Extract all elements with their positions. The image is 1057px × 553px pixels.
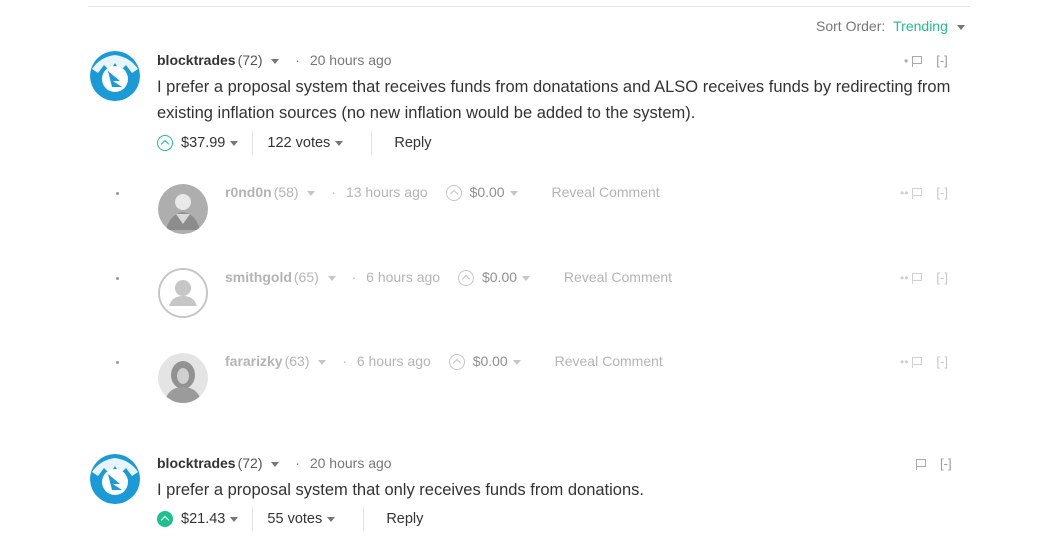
upvote-icon[interactable] — [448, 354, 465, 371]
comment-header: r0nd0n (58) · 13 hours ago $0.00 Reveal C… — [225, 184, 660, 202]
votes-count[interactable]: 122 votes — [267, 135, 330, 151]
comment-controls: • [-] — [904, 53, 948, 68]
collapse-button[interactable]: [-] — [936, 354, 948, 369]
collapse-button[interactable]: [-] — [940, 456, 952, 471]
reveal-comment-link[interactable]: Reveal Comment — [564, 269, 672, 285]
dots-icon: •• — [900, 271, 909, 285]
comment-controls: •• [-] — [900, 270, 948, 285]
dots-icon: •• — [900, 186, 909, 200]
payout-value[interactable]: $0.00 — [473, 353, 508, 369]
top-divider — [88, 6, 970, 7]
dots-icon: •• — [900, 355, 909, 369]
upvote-icon[interactable] — [157, 135, 173, 151]
author-link[interactable]: smithgold — [225, 269, 292, 285]
avatar[interactable] — [158, 268, 208, 318]
avatar[interactable] — [90, 454, 140, 504]
author-reputation: (65) — [293, 269, 319, 285]
timestamp[interactable]: 20 hours ago — [310, 52, 392, 68]
reply-button[interactable]: Reply — [394, 135, 431, 151]
separator-dot: · — [331, 184, 337, 200]
flag-icon[interactable] — [912, 357, 923, 369]
chevron-down-icon[interactable] — [327, 516, 336, 522]
separator-dot: · — [295, 52, 300, 68]
dot-icon: • — [904, 54, 909, 68]
votes-count[interactable]: 55 votes — [267, 511, 322, 527]
separator-dot: · — [351, 269, 357, 285]
avatar[interactable] — [158, 184, 208, 234]
author-reputation: (72) — [237, 52, 263, 68]
author-reputation: (63) — [284, 353, 310, 369]
author-link[interactable]: blocktrades — [157, 455, 236, 471]
reply-button[interactable]: Reply — [386, 511, 423, 527]
flag-icon[interactable] — [912, 273, 923, 285]
upvote-icon[interactable] — [445, 185, 462, 202]
timestamp[interactable]: 20 hours ago — [310, 455, 392, 471]
avatar[interactable] — [158, 353, 208, 403]
chevron-down-icon[interactable] — [956, 24, 965, 30]
upvote-icon[interactable] — [457, 270, 474, 287]
comment-header: fararizky (63) · 6 hours ago $0.00 Reveal… — [225, 353, 663, 371]
divider — [371, 131, 373, 155]
divider — [252, 507, 254, 531]
author-link[interactable]: fararizky — [225, 353, 283, 369]
collapse-button[interactable]: [-] — [936, 185, 948, 200]
sort-label: Sort Order: — [816, 18, 886, 34]
chevron-down-icon[interactable] — [509, 190, 518, 196]
chevron-down-icon[interactable] — [307, 190, 316, 196]
comment-header: smithgold (65) · 6 hours ago $0.00 Reveal… — [225, 269, 672, 287]
timestamp[interactable]: 6 hours ago — [357, 353, 431, 369]
thread-bullet — [116, 277, 119, 280]
sort-order[interactable]: Sort Order: Trending — [816, 18, 965, 34]
comment-actions: $37.99 122 votes Reply — [157, 131, 431, 155]
separator-dot: · — [342, 353, 347, 369]
timestamp[interactable]: 6 hours ago — [366, 269, 440, 285]
thread-bullet — [116, 192, 119, 195]
chevron-down-icon[interactable] — [230, 140, 239, 146]
divider — [252, 131, 254, 155]
reveal-comment-link[interactable]: Reveal Comment — [552, 184, 660, 200]
separator-dot: · — [295, 455, 300, 471]
chevron-down-icon[interactable] — [335, 140, 344, 146]
payout-value[interactable]: $37.99 — [181, 135, 225, 151]
author-link[interactable]: blocktrades — [157, 52, 236, 68]
payout-value[interactable]: $0.00 — [470, 184, 505, 200]
timestamp[interactable]: 13 hours ago — [346, 184, 428, 200]
comment-body: I prefer a proposal system that receives… — [157, 78, 951, 122]
reveal-comment-link[interactable]: Reveal Comment — [555, 353, 663, 369]
collapse-button[interactable]: [-] — [936, 270, 948, 285]
comment-header: blocktrades (72) · 20 hours ago — [157, 455, 392, 471]
thread-bullet — [116, 361, 119, 364]
comment-controls: •• [-] — [900, 185, 948, 200]
upvote-icon[interactable] — [157, 511, 173, 527]
chevron-down-icon[interactable] — [230, 516, 239, 522]
avatar[interactable] — [90, 51, 140, 101]
comment-header: blocktrades (72) · 20 hours ago — [157, 52, 392, 68]
chevron-down-icon[interactable] — [522, 275, 531, 281]
chevron-down-icon[interactable] — [271, 461, 280, 467]
author-reputation: (58) — [273, 184, 299, 200]
flag-icon[interactable] — [916, 459, 926, 471]
flag-icon[interactable] — [912, 188, 923, 200]
chevron-down-icon[interactable] — [271, 58, 280, 64]
divider — [363, 507, 365, 531]
comment-actions: $21.43 55 votes Reply — [157, 507, 423, 531]
comment-controls: •• [-] — [900, 354, 948, 369]
flag-icon[interactable] — [912, 56, 923, 68]
payout-value[interactable]: $21.43 — [181, 511, 225, 527]
comment-controls: [-] — [912, 456, 952, 471]
comment-body: I prefer a proposal system that only rec… — [157, 481, 644, 499]
sort-value[interactable]: Trending — [893, 18, 948, 34]
chevron-down-icon[interactable] — [318, 359, 327, 365]
chevron-down-icon[interactable] — [512, 359, 521, 365]
payout-value[interactable]: $0.00 — [482, 269, 517, 285]
chevron-down-icon[interactable] — [327, 275, 336, 281]
author-reputation: (72) — [237, 455, 263, 471]
collapse-button[interactable]: [-] — [936, 53, 948, 68]
author-link[interactable]: r0nd0n — [225, 184, 272, 200]
